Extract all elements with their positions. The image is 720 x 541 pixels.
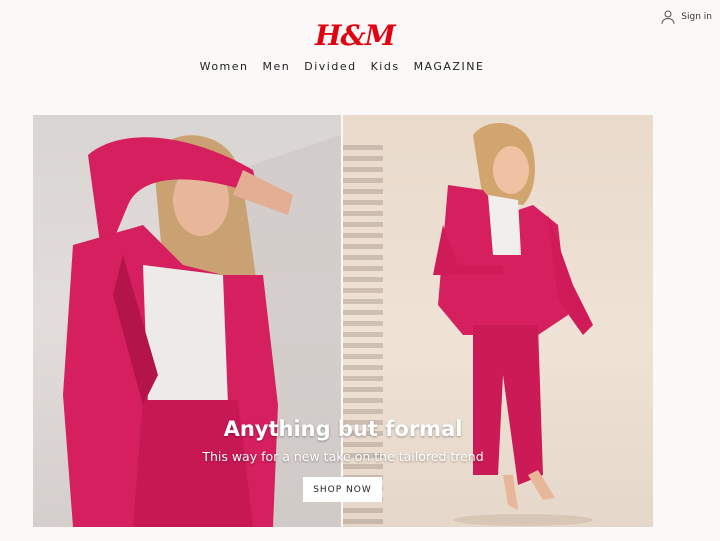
sign-in-button[interactable]: Sign in: [659, 8, 712, 26]
hero-banner[interactable]: Anything but formal This way for a new t…: [33, 115, 653, 527]
site-header: H&M Sign in Women Men Divided Kids MAGAZ…: [0, 0, 720, 100]
user-icon: [661, 10, 675, 24]
nav-item-magazine[interactable]: MAGAZINE: [414, 60, 485, 74]
hero-subline: This way for a new take on the tailored …: [202, 449, 484, 464]
hero-headline: Anything but formal: [223, 417, 463, 441]
main-nav: Women Men Divided Kids MAGAZINE: [0, 60, 684, 74]
hm-logo[interactable]: H&M: [315, 18, 396, 54]
hero-text-overlay: Anything but formal This way for a new t…: [33, 115, 653, 527]
nav-item-divided[interactable]: Divided: [304, 60, 356, 74]
sign-in-label: Sign in: [681, 12, 712, 22]
shop-now-button[interactable]: SHOP NOW: [303, 477, 382, 502]
nav-item-women[interactable]: Women: [200, 60, 249, 74]
nav-item-men[interactable]: Men: [263, 60, 291, 74]
nav-item-kids[interactable]: Kids: [371, 60, 400, 74]
